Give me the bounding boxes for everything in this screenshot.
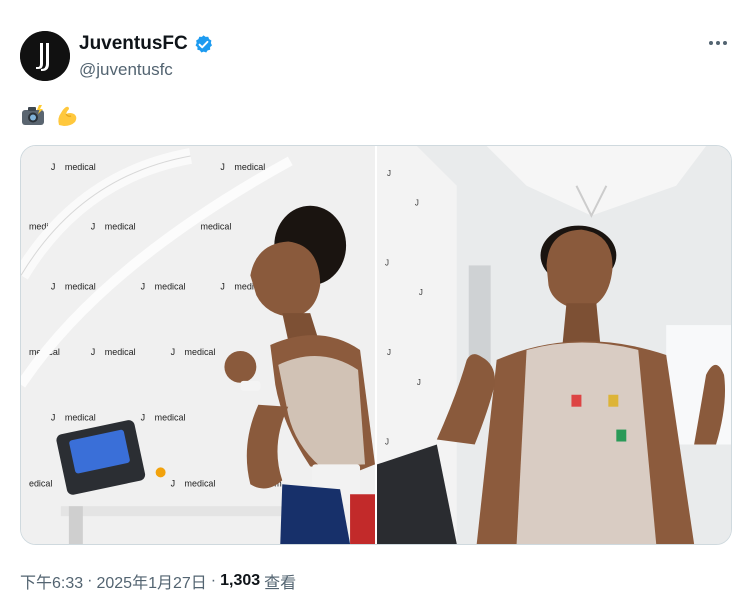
svg-text:J: J [419,288,423,297]
svg-text:J: J [51,281,55,291]
thumbs-up-photo-image: JJ JJ JJ JJ [377,146,731,544]
svg-text:medical: medical [234,162,265,172]
views-count: 1,303 [220,572,261,589]
meta-separator: · [87,572,93,589]
svg-text:J: J [415,199,419,208]
svg-text:J: J [141,281,145,291]
tweet-meta-row: 下午6:33 · 2025年1月27日 · 1,303 查看 [20,569,296,593]
svg-text:J: J [220,162,224,172]
tweet-time[interactable]: 下午6:33 [20,569,83,593]
svg-text:medical: medical [105,347,136,357]
camera-with-flash-emoji-icon [22,105,44,125]
tweet-text [20,103,80,129]
tweet-date[interactable]: 2025年1月27日 [96,569,206,593]
svg-text:J: J [51,413,55,423]
svg-text:J: J [385,438,389,447]
svg-text:J: J [387,169,391,178]
more-dot-icon [723,41,727,45]
tweet-media-grid: Jmedical Jmedical medical Jmedical medica… [20,145,732,545]
svg-text:J: J [91,222,95,232]
views-label: 查看 [264,575,297,592]
tweet-photo-treadmill[interactable]: Jmedical Jmedical medical Jmedical medica… [21,146,375,544]
svg-text:medical: medical [105,222,136,232]
svg-text:medical: medical [155,413,186,423]
more-dot-icon [716,41,720,45]
author-handle[interactable]: @juventusfc [79,60,173,80]
flexed-biceps-emoji-icon [58,106,77,126]
svg-text:medical: medical [200,222,231,232]
author-avatar[interactable] [20,31,70,81]
svg-text:J: J [387,348,391,357]
svg-text:medical: medical [185,478,216,488]
svg-text:J: J [171,347,175,357]
more-dot-icon [709,41,713,45]
author-display-name[interactable]: JuventusFC [79,33,188,55]
svg-text:J: J [385,258,389,267]
verified-badge-icon [193,34,214,55]
svg-text:medical: medical [65,413,96,423]
svg-text:J: J [141,413,145,423]
meta-separator: · [210,572,217,589]
svg-text:medical: medical [65,281,96,291]
svg-text:medical: medical [185,347,216,357]
svg-text:J: J [417,378,421,387]
svg-text:medical: medical [155,281,186,291]
tweet-photo-thumbs-up[interactable]: JJ JJ JJ JJ [377,146,731,544]
juventus-logo-icon [20,31,70,81]
svg-text:medical: medical [65,162,96,172]
author-name-row: JuventusFC [79,33,214,55]
svg-text:J: J [91,347,95,357]
treadmill-photo-image: Jmedical Jmedical medical Jmedical medica… [21,146,375,544]
svg-text:J: J [220,281,224,291]
more-options-button[interactable] [704,33,732,53]
svg-text:J: J [171,478,175,488]
svg-text:J: J [51,162,55,172]
svg-text:edical: edical [29,478,52,488]
